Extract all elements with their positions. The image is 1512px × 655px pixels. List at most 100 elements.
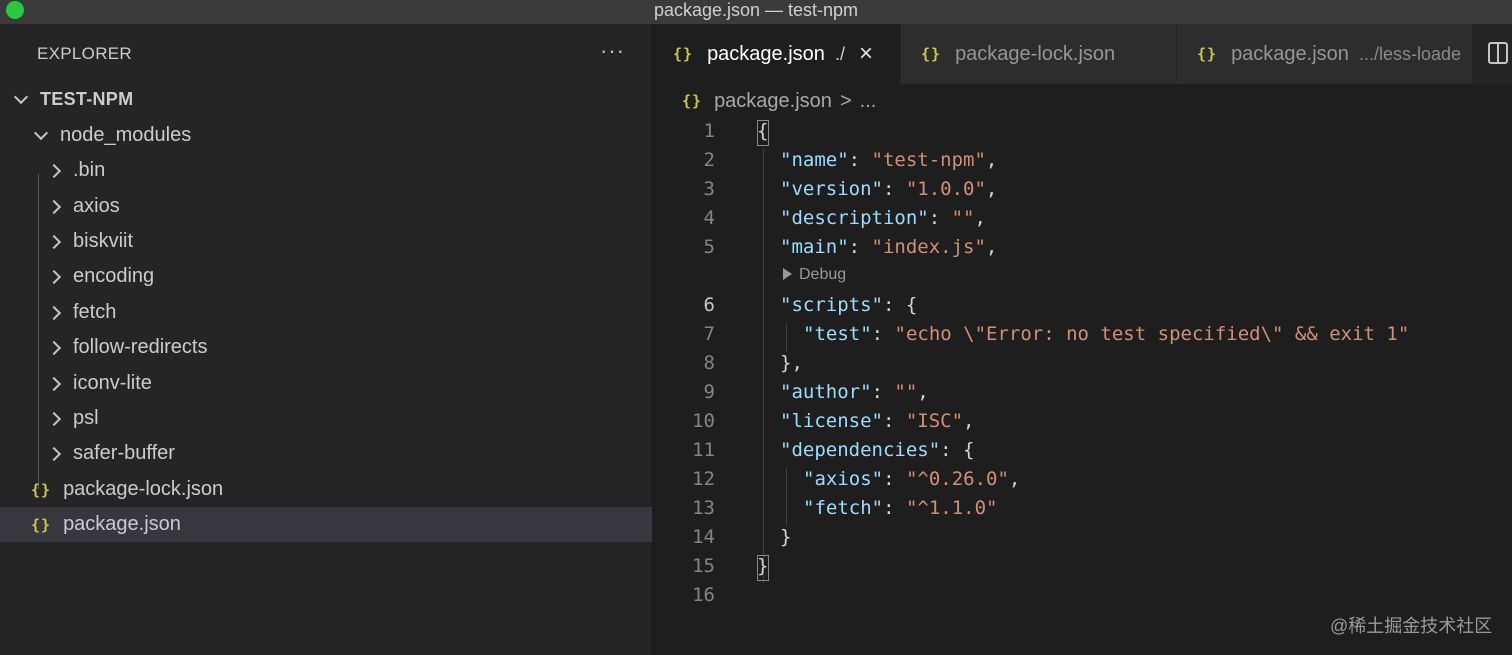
more-actions-icon[interactable]: ··· [600, 38, 625, 64]
tree-item-label: biskviit [73, 230, 134, 252]
file-package-lock-json[interactable]: {} package-lock.json [0, 472, 652, 507]
code-line: 14} [653, 523, 1512, 552]
json-string: "1.0.0" [905, 178, 986, 200]
code-line: 7 "test": "echo \"Error: no test specifie… [653, 320, 1512, 349]
json-string: "index.js" [871, 236, 986, 258]
tree-item[interactable]: iconv-lite [0, 366, 652, 401]
code-line: 11 "dependencies": { [653, 436, 1512, 465]
tree-item[interactable]: psl [0, 401, 652, 436]
breadcrumb-chevron-icon: > [839, 89, 852, 112]
code-line: 3 "version": "1.0.0", [653, 175, 1512, 204]
tab-bar: {} package.json ./ × {} package-lock.jso… [653, 24, 1512, 84]
code-line: 16 [653, 581, 1512, 610]
json-key: "license" [780, 410, 883, 432]
code-line: 2 "name": "test-npm", [653, 146, 1512, 175]
debug-codelens[interactable]: Debug [783, 263, 846, 287]
json-key: "main" [780, 236, 849, 258]
tree-item-label: encoding [73, 265, 155, 287]
folder-node-modules[interactable]: node_modules [0, 118, 652, 153]
code-line: 5 "main": "index.js", [653, 233, 1512, 262]
punct: } [780, 526, 792, 548]
chevron-right-icon [45, 411, 63, 426]
watermark: @稀土掘金技术社区 [1330, 616, 1493, 636]
punct: { [963, 439, 975, 461]
tab-label: package.json [1231, 42, 1349, 65]
tree-item[interactable]: follow-redirects [0, 330, 652, 365]
json-key: "dependencies" [780, 439, 941, 461]
tab-description: .../less-loade [1358, 43, 1461, 64]
tree-item[interactable]: encoding [0, 259, 652, 294]
tree-item[interactable]: axios [0, 189, 652, 224]
line-number: 16 [692, 584, 715, 606]
tree-item[interactable]: fetch [0, 295, 652, 330]
line-number: 5 [703, 236, 715, 258]
line-number: 8 [703, 352, 715, 374]
tree-item[interactable]: .bin [0, 153, 652, 188]
code-line: 12 "axios": "^0.26.0", [653, 465, 1512, 494]
line-number: 12 [692, 468, 715, 490]
code-line: 8}, [653, 349, 1512, 378]
tree-item[interactable]: safer-buffer [0, 436, 652, 471]
json-string: "ISC" [905, 410, 964, 432]
code-line: 13 "fetch": "^1.1.0" [653, 494, 1512, 523]
code-line: 4 "description": "", [653, 204, 1512, 233]
tree-item-label: .bin [73, 159, 106, 181]
play-icon [783, 268, 792, 280]
line-number: 4 [703, 207, 715, 229]
breadcrumb: {} package.json > ... [682, 88, 876, 114]
tree-item-label: fetch [73, 301, 117, 323]
folder-root-label: TEST-NPM [40, 89, 134, 109]
tree-item-label: safer-buffer [73, 442, 175, 464]
chevron-right-icon [45, 199, 63, 214]
chevron-right-icon [45, 376, 63, 391]
tree-item-label: iconv-lite [73, 372, 152, 394]
code-editor[interactable]: 1{ 2 "name": "test-npm", 3 "version": "1.0… [653, 114, 1512, 655]
line-number: 13 [692, 497, 715, 519]
code-line: 15} [653, 552, 1512, 581]
chevron-right-icon [45, 340, 63, 355]
json-key: "version" [780, 178, 883, 200]
chevron-down-icon [32, 125, 50, 141]
code-line: 1{ [653, 117, 1512, 146]
json-string: "echo \"Error: no test specified\" && ex… [894, 323, 1410, 345]
folder-label: node_modules [60, 124, 192, 146]
tree-item-label: psl [73, 407, 99, 429]
file-package-json[interactable]: {} package.json [0, 507, 652, 542]
chevron-down-icon [12, 89, 30, 105]
explorer-sidebar: EXPLORER ··· TEST-NPM node_modules .bin … [0, 24, 652, 655]
folder-root[interactable]: TEST-NPM [0, 82, 652, 117]
line-number: 10 [692, 410, 715, 432]
json-file-icon: {} [682, 92, 703, 110]
tab-package-lock-json[interactable]: {} package-lock.json [901, 24, 1177, 84]
json-file-icon: {} [31, 515, 52, 534]
punct: } [757, 555, 769, 577]
explorer-header: EXPLORER ··· [0, 24, 652, 84]
chevron-right-icon [45, 234, 63, 249]
json-string: "^1.1.0" [905, 497, 998, 519]
line-number: 6 [703, 294, 715, 316]
explorer-title: EXPLORER [37, 44, 132, 63]
file-label: package.json [63, 513, 181, 535]
breadcrumb-file[interactable]: package.json [714, 90, 832, 113]
json-key: "scripts" [780, 294, 883, 316]
json-string: "" [894, 381, 918, 403]
code-line: 10 "license": "ISC", [653, 407, 1512, 436]
tree-item[interactable]: biskviit [0, 224, 652, 259]
chevron-right-icon [45, 305, 63, 320]
line-number: 7 [703, 323, 715, 345]
close-icon[interactable]: × [859, 42, 873, 66]
chevron-right-icon [45, 269, 63, 284]
punct: { [757, 120, 769, 142]
chevron-right-icon [45, 446, 63, 461]
json-file-icon: {} [1197, 45, 1218, 63]
tab-package-json-less-loader[interactable]: {} package.json .../less-loade [1177, 24, 1473, 84]
tab-package-json[interactable]: {} package.json ./ × [653, 24, 901, 84]
code-line: 9 "author": "", [653, 378, 1512, 407]
split-editor-icon[interactable] [1488, 42, 1508, 64]
tree-item-label: axios [73, 195, 120, 217]
json-file-icon: {} [673, 45, 694, 63]
json-key: "author" [780, 381, 872, 403]
json-string: "" [951, 207, 975, 229]
breadcrumb-more[interactable]: ... [860, 90, 877, 113]
line-number: 1 [703, 120, 715, 142]
